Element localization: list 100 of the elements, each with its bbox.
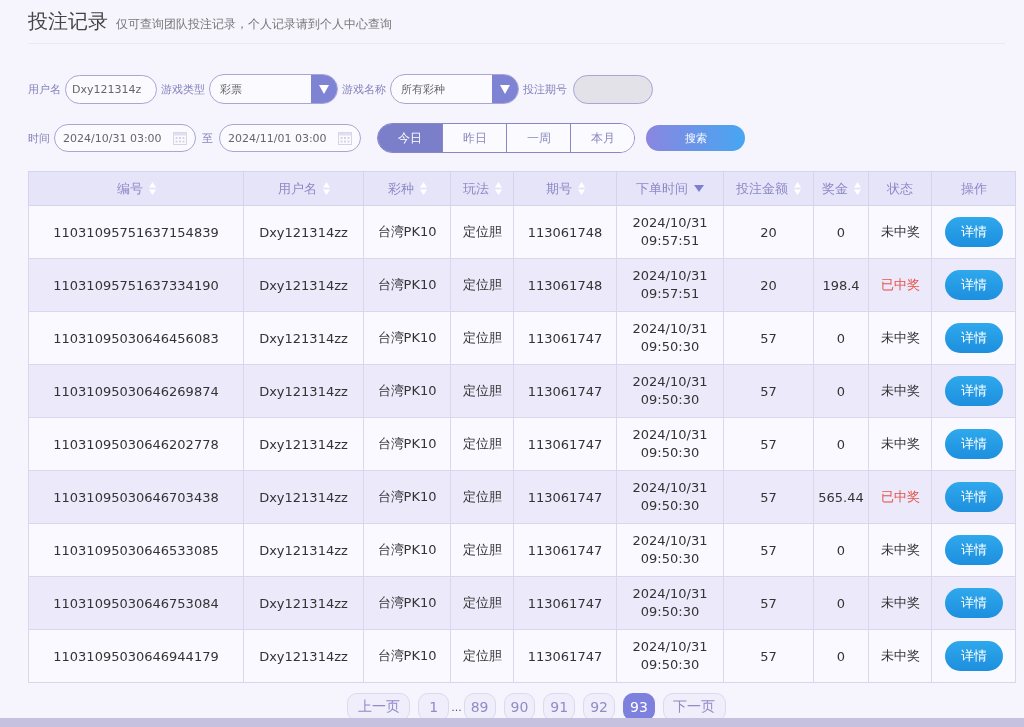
details-button[interactable]: 详情 — [944, 376, 1003, 406]
table-cell: Dxy121314zz — [259, 595, 348, 611]
table-cell: 0 — [836, 542, 846, 558]
details-button[interactable]: 详情 — [944, 323, 1003, 353]
table-cell: 113061747 — [527, 436, 603, 452]
table-cell: 57 — [760, 542, 777, 558]
status-text: 未中奖 — [880, 436, 920, 451]
status-text: 未中奖 — [880, 330, 920, 345]
page-subtitle: 仅可查询团队投注记录，个人记录请到个人中心查询 — [116, 16, 392, 33]
details-button[interactable]: 详情 — [944, 641, 1003, 671]
table-cell: 57 — [760, 383, 777, 399]
table-cell: Dxy121314zz — [259, 277, 348, 293]
sort-icon[interactable] — [853, 182, 861, 195]
table-cell: 2024/10/31 09:50:30 — [632, 426, 708, 462]
table-cell: 11031095030646202778 — [53, 436, 219, 452]
page-button[interactable]: 1 — [418, 693, 450, 721]
table-cell: 台湾PK10 — [377, 489, 437, 504]
range-tab[interactable]: 昨日 — [442, 124, 506, 152]
table-cell: 2024/10/31 09:50:30 — [632, 532, 708, 568]
sort-icon[interactable] — [148, 182, 156, 195]
table-cell: 定位胆 — [462, 436, 502, 451]
range-tab[interactable]: 今日 — [378, 124, 442, 152]
dropdown[interactable]: 彩票 — [209, 74, 338, 104]
page-button[interactable]: 93 — [623, 693, 655, 721]
table-cell: 113061747 — [527, 648, 603, 664]
field-label: 投注期号 — [523, 81, 567, 97]
table-cell: 定位胆 — [462, 489, 502, 504]
column-header: 期号 — [545, 179, 572, 198]
table-cell: 2024/10/31 09:50:30 — [632, 638, 708, 674]
page-button[interactable]: 90 — [503, 693, 536, 721]
sort-descending-icon[interactable] — [694, 185, 704, 192]
column-header: 彩种 — [387, 179, 414, 198]
table-cell: 0 — [836, 595, 846, 611]
table-cell: 台湾PK10 — [377, 277, 437, 292]
column-header: 投注金额 — [736, 179, 788, 198]
status-text: 未中奖 — [880, 648, 920, 663]
caret-icon — [319, 84, 329, 94]
table-cell: 台湾PK10 — [377, 383, 437, 398]
column-header: 下单时间 — [636, 179, 688, 198]
page-button[interactable]: 92 — [583, 693, 615, 721]
table-cell: 113061748 — [527, 277, 603, 293]
calendar-icon — [338, 131, 352, 145]
column-header: 操作 — [960, 179, 987, 198]
table-cell: 台湾PK10 — [377, 648, 437, 663]
range-tab[interactable]: 一周 — [506, 124, 570, 152]
table-cell: Dxy121314zz — [259, 489, 348, 505]
status-text: 未中奖 — [880, 595, 920, 610]
dropdown[interactable]: 所有彩种 — [390, 74, 519, 104]
table-cell: 57 — [760, 595, 777, 611]
table-cell: 定位胆 — [462, 383, 502, 398]
sort-icon[interactable] — [794, 182, 801, 195]
sort-icon[interactable] — [322, 182, 330, 195]
details-button[interactable]: 详情 — [944, 535, 1003, 565]
table-cell: 定位胆 — [462, 224, 502, 239]
previous-page-button[interactable]: 上一页 — [347, 693, 411, 721]
details-button[interactable]: 详情 — [944, 588, 1003, 618]
next-page-button[interactable]: 下一页 — [662, 693, 726, 721]
search-button[interactable]: 搜索 — [646, 125, 745, 151]
table-cell: 台湾PK10 — [377, 436, 437, 451]
table-cell: 0 — [836, 330, 846, 346]
table-cell: 台湾PK10 — [377, 595, 437, 610]
field-label: 游戏类型 — [161, 81, 205, 97]
table-cell: 113061747 — [527, 489, 603, 505]
details-button[interactable]: 详情 — [944, 429, 1003, 459]
table-cell: 20 — [760, 224, 777, 240]
table-cell: 57 — [760, 489, 777, 505]
sort-icon[interactable] — [494, 182, 502, 195]
table-cell: 定位胆 — [462, 595, 502, 610]
status-text: 已中奖 — [880, 277, 920, 292]
table-cell: 台湾PK10 — [377, 542, 437, 557]
sort-icon[interactable] — [577, 182, 585, 195]
details-button[interactable]: 详情 — [944, 270, 1003, 300]
table-cell: Dxy121314zz — [259, 383, 348, 399]
date-field[interactable]: 2024/10/31 03:00 — [54, 124, 196, 152]
column-header: 玩法 — [462, 179, 489, 198]
table-cell: 0 — [836, 436, 846, 452]
page-button[interactable]: 91 — [543, 693, 576, 721]
field-label: 用户名 — [28, 81, 61, 97]
table-cell: 2024/10/31 09:57:51 — [632, 214, 708, 250]
username-field[interactable]: Dxy121314z — [65, 74, 157, 104]
table-cell: 198.4 — [822, 277, 860, 293]
table-cell: 57 — [760, 330, 777, 346]
table-cell: 0 — [836, 383, 846, 399]
sort-icon[interactable] — [419, 182, 427, 195]
table-cell: 11031095030646533085 — [53, 542, 219, 558]
column-header: 奖金 — [821, 179, 848, 198]
field-label: 时间 — [28, 130, 50, 146]
table-cell: 11031095030646269874 — [53, 383, 219, 399]
page-button[interactable]: 89 — [463, 693, 496, 721]
table-cell: 20 — [760, 277, 777, 293]
table-cell: 11031095030646753084 — [53, 595, 219, 611]
date-field[interactable]: 2024/11/01 03:00 — [219, 124, 361, 152]
details-button[interactable]: 详情 — [944, 217, 1003, 247]
table-cell: 113061747 — [527, 595, 603, 611]
table-cell: 定位胆 — [462, 330, 502, 345]
table-cell: 定位胆 — [462, 542, 502, 557]
range-tab[interactable]: 本月 — [570, 124, 634, 152]
status-text: 未中奖 — [880, 224, 920, 239]
details-button[interactable]: 详情 — [944, 482, 1003, 512]
table-cell: 11031095030646703438 — [53, 489, 219, 505]
